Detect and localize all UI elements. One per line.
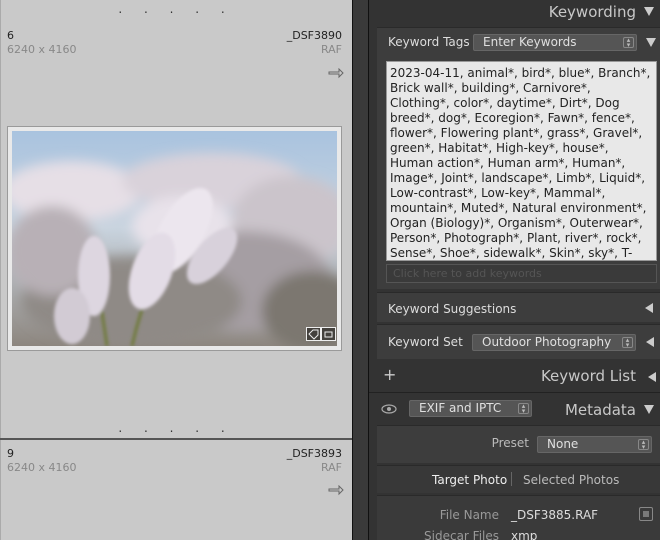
keyword-tags-section: Keyword Tags Enter Keywords ▴ ▾ 2023-04-1… bbox=[377, 27, 660, 289]
select-arrows-icon: ▴ ▾ bbox=[518, 403, 529, 415]
cell-extension: RAF bbox=[320, 43, 342, 56]
select-arrows-icon: ▴ ▾ bbox=[638, 439, 649, 451]
expand-icon[interactable] bbox=[645, 303, 653, 313]
metadata-header[interactable]: EXIF and IPTC ▴ ▾ Metadata bbox=[369, 396, 660, 422]
crop-badge-icon[interactable] bbox=[321, 327, 336, 341]
file-name-label: File Name bbox=[439, 508, 499, 522]
keyword-set-expand-icon[interactable] bbox=[646, 337, 654, 347]
preset-row: Preset None ▴ ▾ bbox=[377, 425, 660, 463]
right-panel: Keywording Keyword Tags Enter Keywords ▴… bbox=[369, 0, 660, 540]
rotate-icon[interactable] bbox=[328, 485, 344, 497]
keyword-list-expand-icon[interactable] bbox=[648, 372, 656, 382]
keyword-set-select[interactable]: Outdoor Photography ▴ ▾ bbox=[472, 334, 636, 351]
rotate-icon[interactable] bbox=[328, 68, 344, 80]
top-dots: . . . . . bbox=[118, 2, 234, 16]
panel-scrollbar[interactable] bbox=[352, 0, 369, 540]
keyword-suggestions-label: Keyword Suggestions bbox=[388, 302, 517, 316]
tab-divider bbox=[511, 472, 512, 486]
metadata-title: Metadata bbox=[564, 401, 636, 419]
keyword-set-label: Keyword Set bbox=[388, 335, 463, 349]
keyword-tags-label: Keyword Tags bbox=[388, 35, 470, 49]
cell-index: 6 bbox=[7, 29, 14, 42]
photo-thumbnail[interactable] bbox=[12, 131, 337, 346]
file-info-section: File Name _DSF3885.RAF Sidecar Files xmp bbox=[377, 495, 660, 540]
sidecar-label: Sidecar Files bbox=[424, 529, 499, 540]
selected-photos-tab[interactable]: Selected Photos bbox=[523, 473, 619, 487]
metadata-view-select[interactable]: EXIF and IPTC ▴ ▾ bbox=[409, 400, 532, 417]
cell-filename: _DSF3893 bbox=[286, 447, 342, 460]
preset-label: Preset bbox=[491, 436, 529, 450]
keyword-set-row: Keyword Set Outdoor Photography ▴ ▾ bbox=[377, 324, 660, 359]
filmstrip-grid: . . . . . 6 6240 x 4160 _DSF3890 RAF . .… bbox=[0, 0, 352, 540]
divider-line bbox=[369, 392, 660, 393]
cell-filename: _DSF3890 bbox=[286, 29, 342, 42]
select-arrows-icon: ▴ ▾ bbox=[622, 337, 633, 349]
keyword-tags-collapse-icon[interactable] bbox=[646, 38, 656, 47]
middle-dots: . . . . . bbox=[118, 421, 234, 435]
file-name-value[interactable]: _DSF3885.RAF bbox=[511, 508, 598, 522]
keywords-text-area[interactable]: 2023-04-11, animal*, bird*, blue*, Branc… bbox=[386, 61, 657, 261]
cell-extension: RAF bbox=[320, 461, 342, 474]
keywords-badge-icon[interactable] bbox=[306, 327, 321, 341]
add-keyword-button[interactable]: + bbox=[383, 365, 396, 384]
keyword-list-title: Keyword List bbox=[540, 367, 636, 385]
thumbnail-frame[interactable] bbox=[7, 126, 342, 351]
cell-index: 9 bbox=[7, 447, 14, 460]
keywording-header[interactable]: Keywording bbox=[369, 0, 660, 26]
flower-photo bbox=[12, 131, 337, 346]
collapse-icon[interactable] bbox=[644, 7, 654, 16]
keyword-tags-mode-select[interactable]: Enter Keywords ▴ ▾ bbox=[473, 34, 637, 51]
keyword-set-value: Outdoor Photography bbox=[482, 335, 612, 349]
grid-cell-9[interactable]: 9 6240 x 4160 _DSF3893 RAF bbox=[0, 440, 352, 540]
eye-icon[interactable] bbox=[381, 404, 397, 414]
target-photo-tab[interactable]: Target Photo bbox=[432, 473, 507, 487]
keyword-list-header[interactable]: + Keyword List bbox=[369, 363, 660, 389]
file-name-menu-icon[interactable] bbox=[639, 507, 653, 521]
add-keywords-input[interactable]: Click here to add keywords bbox=[386, 264, 657, 283]
metadata-collapse-icon[interactable] bbox=[644, 405, 654, 414]
keywording-title: Keywording bbox=[548, 3, 636, 21]
preset-value: None bbox=[547, 437, 579, 451]
target-toggle-row: Target Photo Selected Photos bbox=[377, 465, 660, 493]
sidecar-value: xmp bbox=[511, 529, 538, 540]
metadata-view-value: EXIF and IPTC bbox=[419, 401, 502, 415]
select-arrows-icon: ▴ ▾ bbox=[623, 37, 634, 49]
keyword-suggestions-row[interactable]: Keyword Suggestions bbox=[377, 292, 660, 322]
cell-dimensions: 6240 x 4160 bbox=[7, 43, 77, 56]
preset-select[interactable]: None ▴ ▾ bbox=[537, 436, 652, 453]
keyword-tags-mode-value: Enter Keywords bbox=[483, 35, 577, 49]
cell-dimensions: 6240 x 4160 bbox=[7, 461, 77, 474]
